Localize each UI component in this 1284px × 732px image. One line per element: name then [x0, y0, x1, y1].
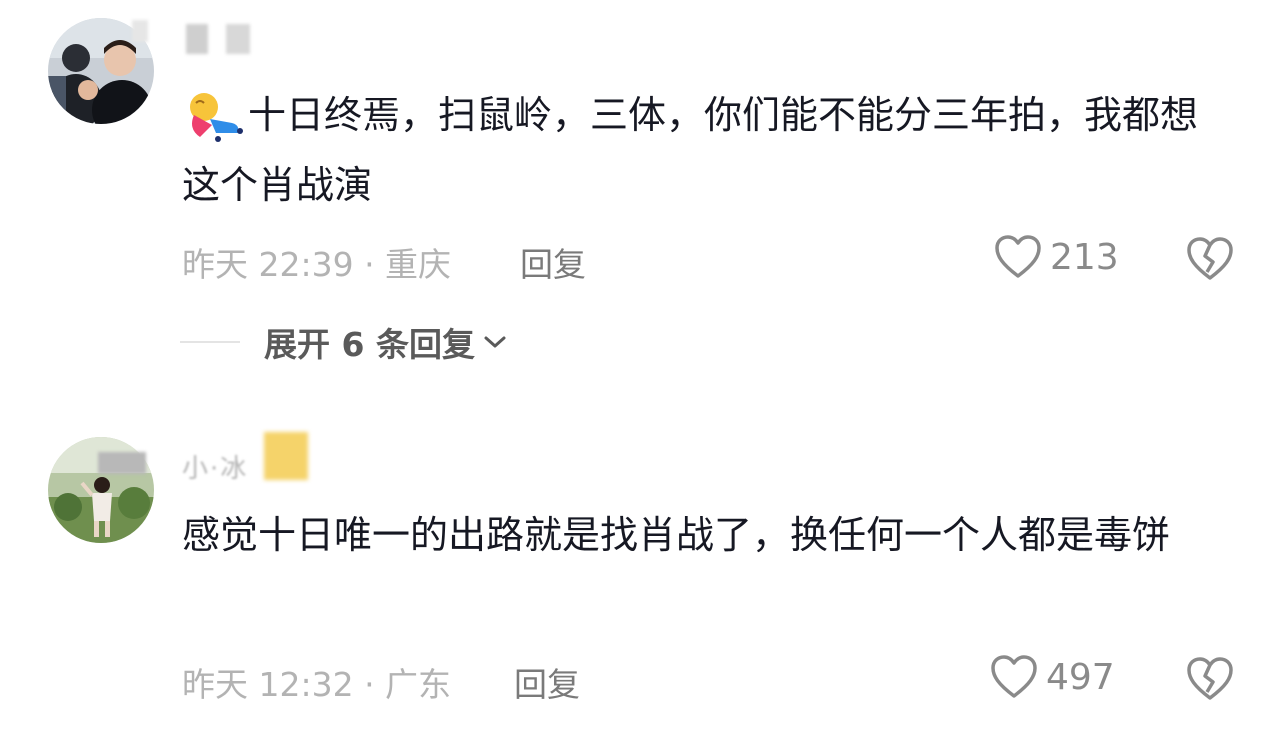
chevron-down-icon — [484, 336, 506, 348]
expand-replies-label: 展开 6 条回复 — [264, 325, 475, 364]
comment-time-location: 昨天 12:32 · 广东 — [182, 665, 452, 704]
username-redacted[interactable] — [186, 24, 208, 54]
heart-outline-icon — [991, 655, 1037, 698]
comment-time-location: 昨天 22:39 · 重庆 — [182, 245, 452, 284]
divider — [180, 341, 240, 343]
like-button[interactable]: 213 — [994, 234, 1119, 280]
comment-text: 十日终焉，扫鼠岭，三体，你们能不能分三年拍，我都想这个肖战演 — [182, 80, 1222, 220]
comment-body: 十日终焉，扫鼠岭，三体，你们能不能分三年拍，我都想这个肖战演 — [182, 93, 1199, 207]
heart-outline-icon — [995, 235, 1041, 278]
reply-button[interactable]: 回复 — [514, 658, 580, 706]
like-button[interactable]: 497 — [990, 654, 1115, 700]
expand-replies-button[interactable]: 展开 6 条回复 — [180, 318, 507, 366]
broken-heart-icon[interactable] — [1186, 656, 1234, 702]
like-count: 213 — [1050, 236, 1119, 278]
broken-heart-icon[interactable] — [1186, 236, 1234, 282]
comment-text: 感觉十日唯一的出路就是找肖战了，换任何一个人都是毒饼 — [182, 500, 1222, 570]
comment-body: 感觉十日唯一的出路就是找肖战了，换任何一个人都是毒饼 — [182, 513, 1171, 557]
username-emoji-redacted — [264, 432, 308, 480]
avatar-badge-redacted — [98, 452, 146, 474]
username-redacted[interactable] — [226, 24, 250, 54]
reply-button[interactable]: 回复 — [520, 238, 586, 286]
like-count: 497 — [1046, 656, 1115, 698]
avatar-badge-redacted — [132, 20, 148, 42]
username[interactable]: 小·冰 — [182, 448, 248, 485]
sleeping-figure-emoji-icon — [182, 89, 244, 147]
